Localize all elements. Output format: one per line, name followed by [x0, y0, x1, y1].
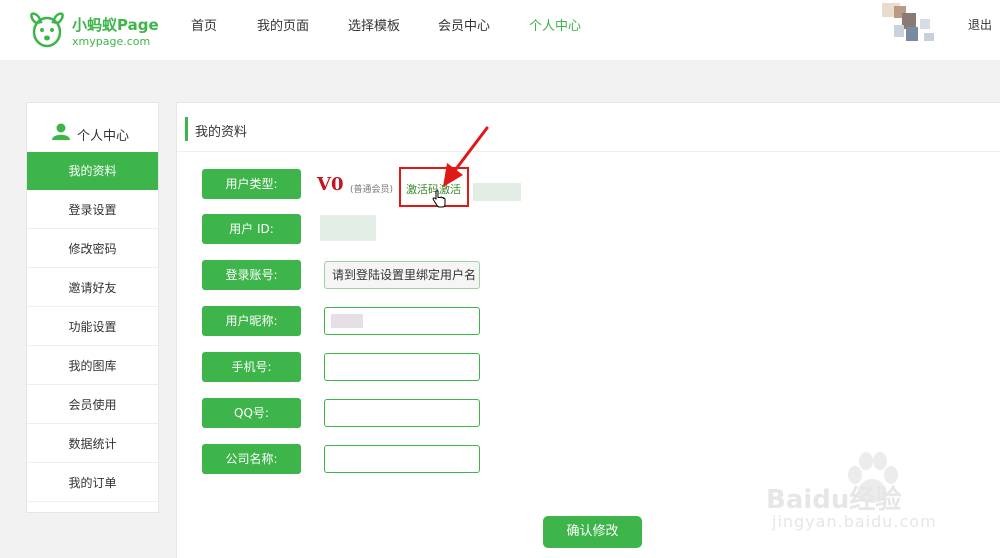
- user-icon: [52, 123, 70, 140]
- qq-input[interactable]: [324, 399, 480, 427]
- sidebar-item-login-settings[interactable]: 登录设置: [27, 191, 158, 229]
- sidebar: 个人中心 我的资料 登录设置 修改密码 邀请好友 功能设置 我的图库 会员使用 …: [26, 102, 159, 513]
- member-type-text: (普通会员): [350, 185, 394, 195]
- confirm-button[interactable]: 确认修改: [543, 516, 642, 548]
- nav-member-center[interactable]: 会员中心: [438, 15, 490, 34]
- sidebar-item-change-password[interactable]: 修改密码: [27, 230, 158, 268]
- site-logo[interactable]: 小蚂蚁Page xmypage.com: [28, 8, 168, 52]
- nav-personal-center[interactable]: 个人中心: [529, 15, 581, 34]
- login-account-label: 登录账号:: [202, 260, 301, 290]
- watermark-url: jingyan.baidu.com: [772, 512, 937, 531]
- avatar[interactable]: [880, 3, 940, 43]
- title-accent-bar: [185, 117, 188, 141]
- red-arrow-icon: [443, 126, 489, 187]
- user-type-label: 用户类型:: [202, 169, 301, 199]
- sidebar-header: 个人中心: [27, 103, 158, 152]
- company-label: 公司名称:: [202, 444, 301, 474]
- sidebar-item-my-gallery[interactable]: 我的图库: [27, 347, 158, 385]
- nickname-label: 用户昵称:: [202, 306, 301, 336]
- profile-panel: 我的资料 用户类型: V0 (普通会员) 激活码激活 用户 ID: 登录账号: …: [176, 102, 1000, 558]
- title-divider: [177, 151, 1000, 152]
- nav-home[interactable]: 首页: [191, 15, 217, 34]
- sidebar-item-statistics[interactable]: 数据统计: [27, 425, 158, 463]
- qq-label: QQ号:: [202, 398, 301, 428]
- user-id-label: 用户 ID:: [202, 214, 301, 244]
- sidebar-item-my-orders[interactable]: 我的订单: [27, 464, 158, 502]
- sidebar-item-invite-friends[interactable]: 邀请好友: [27, 269, 158, 307]
- page-title: 我的资料: [195, 125, 248, 140]
- vip-level-badge: V0: [317, 174, 344, 195]
- logout-link[interactable]: 退出: [968, 16, 992, 33]
- nav-my-pages[interactable]: 我的页面: [257, 15, 309, 34]
- login-account-field: 请到登陆设置里绑定用户名: [324, 261, 480, 289]
- sidebar-item-feature-settings[interactable]: 功能设置: [27, 308, 158, 346]
- watermark-brand: Baidu经验: [766, 485, 902, 515]
- sidebar-item-my-profile[interactable]: 我的资料: [27, 152, 158, 190]
- redacted-nickname: [331, 314, 363, 328]
- sidebar-title: 个人中心: [77, 129, 130, 144]
- sidebar-item-membership-usage[interactable]: 会员使用: [27, 386, 158, 424]
- baidu-watermark: Baidu经验 jingyan.baidu.com: [766, 449, 976, 541]
- brand-url: xmypage.com: [72, 35, 151, 48]
- phone-label: 手机号:: [202, 352, 301, 382]
- dog-logo-icon: [30, 12, 64, 48]
- brand-name: 小蚂蚁Page: [72, 16, 159, 34]
- company-input[interactable]: [324, 445, 480, 473]
- phone-input[interactable]: [324, 353, 480, 381]
- nav-choose-template[interactable]: 选择模板: [348, 15, 400, 34]
- hand-cursor-icon: [432, 190, 446, 208]
- redacted-user-id: [320, 215, 376, 241]
- top-navbar: 小蚂蚁Page xmypage.com 首页 我的页面 选择模板 会员中心 个人…: [0, 0, 1000, 60]
